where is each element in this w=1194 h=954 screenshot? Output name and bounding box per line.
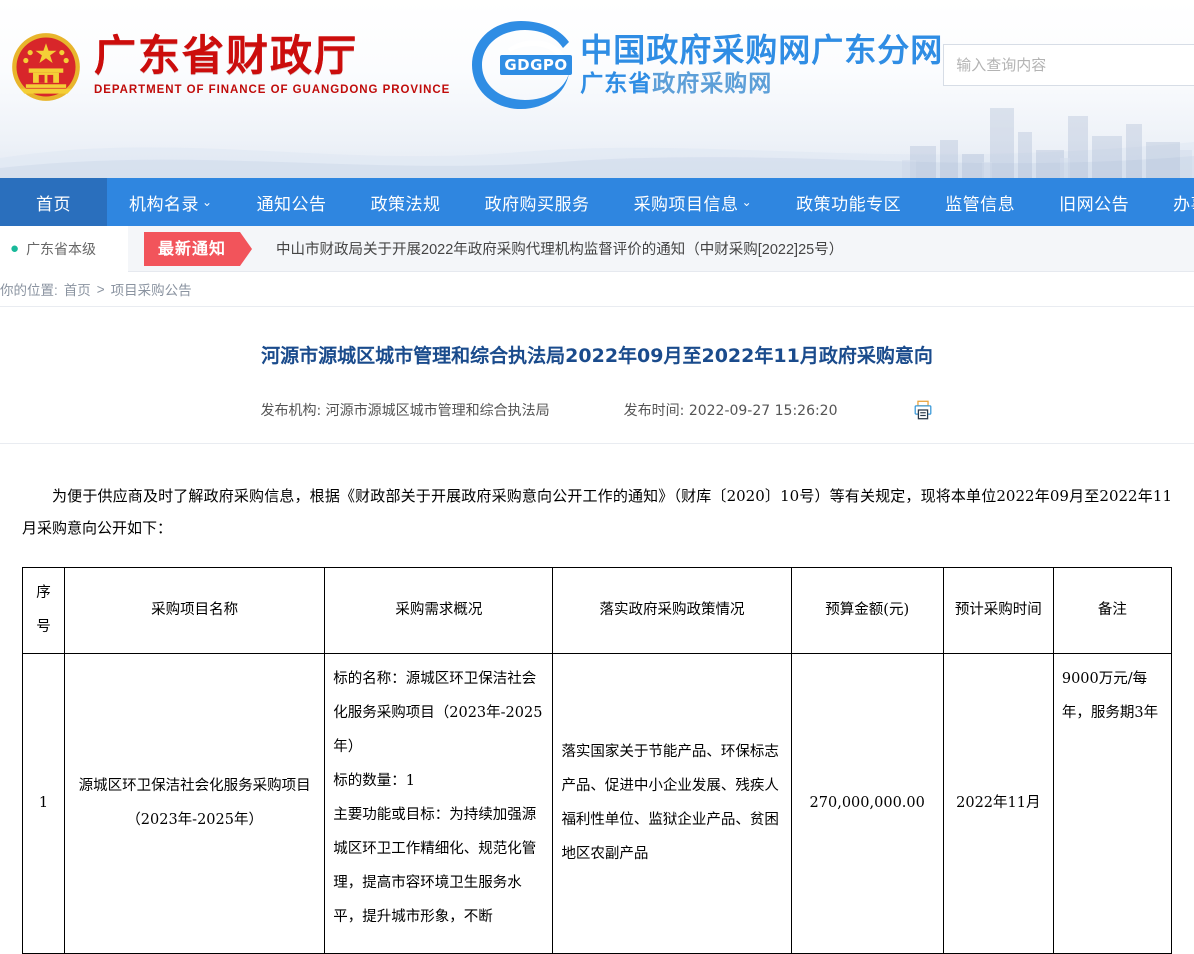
col-header-requirement: 采购需求概况 bbox=[324, 567, 554, 654]
cell-name: 源城区环卫保洁社会化服务采购项目（2023年-2025年） bbox=[64, 652, 326, 954]
col-header-amount: 预算金额(元) bbox=[790, 567, 944, 654]
search-box: 搜索 bbox=[943, 44, 1194, 86]
nav-item-service-guide[interactable]: 办事指南 bbox=[1151, 178, 1194, 226]
notice-bar: ● 广东省本级 最新通知 中山市财政局关于开展2022年政府采购代理机构监督评价… bbox=[0, 225, 1194, 272]
publisher-label: 发布机构: bbox=[260, 403, 322, 420]
publisher-info: 发布机构: 河源市源城区城市管理和综合执法局 bbox=[260, 400, 549, 420]
nav-item-announcements[interactable]: 通知公告 bbox=[235, 178, 349, 226]
breadcrumb-prefix: 你的位置: bbox=[0, 283, 58, 298]
nav-item-label: 机构名录 bbox=[129, 194, 199, 215]
nav-item-policy-regulations[interactable]: 政策法规 bbox=[349, 178, 463, 226]
col-header-time: 预计采购时间 bbox=[942, 567, 1054, 654]
publish-time-info: 发布时间: 2022-09-27 15:26:20 bbox=[624, 400, 838, 420]
search-input[interactable] bbox=[943, 44, 1194, 86]
article-meta: 发布机构: 河源市源城区城市管理和综合执法局 发布时间: 2022-09-27 … bbox=[0, 399, 1194, 421]
col-header-seq: 序号 bbox=[21, 567, 66, 654]
cell-requirement: 标的名称：源城区环卫保洁社会化服务采购项目（2023年-2025年） 标的数量：… bbox=[324, 652, 554, 954]
nav-item-label: 通知公告 bbox=[256, 194, 327, 215]
nav-item-old-site-announcements[interactable]: 旧网公告 bbox=[1037, 178, 1151, 226]
location-pin-icon: ● bbox=[10, 240, 20, 257]
nav-item-procurement-project-info[interactable]: 采购项目信息 ⌄ bbox=[612, 178, 775, 226]
cell-time: 2022年11月 bbox=[942, 652, 1054, 954]
col-header-name: 采购项目名称 bbox=[64, 567, 326, 654]
nav-item-label: 政府购买服务 bbox=[484, 194, 590, 215]
cell-policy: 落实国家关于节能产品、环保标志产品、促进中小企业发展、残疾人福利性单位、监狱企业… bbox=[552, 652, 792, 954]
status-badge: 最新通知 bbox=[144, 231, 253, 266]
svg-text:GDGPO: GDGPO bbox=[505, 56, 568, 74]
article-divider bbox=[0, 443, 1194, 445]
nav-item-label: 首页 bbox=[36, 194, 71, 215]
china-national-emblem-icon bbox=[12, 33, 80, 101]
col-header-note: 备注 bbox=[1052, 567, 1173, 654]
article: 河源市源城区城市管理和综合执法局2022年09月至2022年11月政府采购意向 … bbox=[0, 306, 1194, 954]
site-title-sub: 广东省政府采购网 bbox=[580, 70, 943, 100]
notice-link[interactable]: 中山市财政局关于开展2022年政府采购代理机构监督评价的通知（中财采购[2022… bbox=[276, 238, 843, 259]
nav-item-label: 旧网公告 bbox=[1059, 194, 1130, 215]
site-title-main: 中国政府采购网广东分网 bbox=[580, 31, 944, 70]
nav-item-label: 采购项目信息 bbox=[633, 194, 739, 215]
dof-title-en: DEPARTMENT OF FINANCE OF GUANGDONG PROVI… bbox=[94, 83, 451, 96]
cell-amount: 270,000,000.00 bbox=[790, 652, 944, 954]
table-header-row: 序号 采购项目名称 采购需求概况 落实政府采购政策情况 预算金额(元) 预计采购… bbox=[21, 567, 1173, 654]
cell-note: 9000万元/每年，服务期3年 bbox=[1052, 652, 1173, 954]
publisher-value: 河源市源城区城市管理和综合执法局 bbox=[325, 403, 550, 420]
site-title-sub-b: 政府采购网 bbox=[652, 71, 773, 98]
nav-item-institutions[interactable]: 机构名录 ⌄ bbox=[107, 178, 235, 226]
nav-item-home[interactable]: 首页 bbox=[0, 178, 107, 226]
printer-icon[interactable] bbox=[912, 399, 934, 421]
nav-item-supervision-info[interactable]: 监管信息 bbox=[923, 178, 1037, 226]
gdgpo-logo-icon: GDGPO bbox=[472, 21, 573, 109]
site-banner: 广东省财政厅 DEPARTMENT OF FINANCE OF GUANGDON… bbox=[0, 0, 1194, 178]
region-selector[interactable]: ● 广东省本级 bbox=[0, 225, 128, 272]
dof-title-block: 广东省财政厅 DEPARTMENT OF FINANCE OF GUANGDON… bbox=[94, 34, 451, 96]
table-row: 1 源城区环卫保洁社会化服务采购项目（2023年-2025年） 标的名称：源城区… bbox=[21, 652, 1173, 954]
breadcrumb: 你的位置: 首页 > 项目采购公告 bbox=[0, 272, 1194, 306]
nav-item-label: 政策功能专区 bbox=[796, 194, 902, 215]
region-label: 广东省本级 bbox=[26, 240, 97, 257]
site-title-block: 中国政府采购网广东分网 广东省政府采购网 bbox=[580, 30, 943, 100]
latest-notice-badge-wrap: 最新通知 bbox=[144, 231, 253, 266]
procurement-table: 序号 采购项目名称 采购需求概况 落实政府采购政策情况 预算金额(元) 预计采购… bbox=[21, 567, 1173, 954]
chevron-down-icon: ⌄ bbox=[202, 195, 213, 209]
page-title: 河源市源城区城市管理和综合执法局2022年09月至2022年11月政府采购意向 bbox=[261, 345, 933, 367]
article-paragraph: 为便于供应商及时了解政府采购信息，根据《财政部关于开展政府采购意向公开工作的通知… bbox=[22, 487, 1172, 537]
col-header-policy: 落实政府采购政策情况 bbox=[552, 567, 792, 654]
main-nav: 首页 机构名录 ⌄ 通知公告 政策法规 政府购买服务 采购项目信息 ⌄ 政策功能… bbox=[0, 178, 1194, 226]
procurement-table-wrap: 序号 采购项目名称 采购需求概况 落实政府采购政策情况 预算金额(元) 预计采购… bbox=[0, 567, 1194, 954]
chevron-down-icon: ⌄ bbox=[741, 195, 753, 209]
nav-item-policy-function-zone[interactable]: 政策功能专区 bbox=[774, 178, 923, 226]
breadcrumb-item-current[interactable]: 项目采购公告 bbox=[111, 279, 192, 299]
breadcrumb-separator: > bbox=[96, 281, 105, 297]
nav-item-label: 办事指南 bbox=[1173, 194, 1194, 215]
publish-time-value: 2022-09-27 15:26:20 bbox=[688, 403, 838, 420]
nav-item-label: 监管信息 bbox=[945, 194, 1016, 215]
nav-item-gov-purchase-services[interactable]: 政府购买服务 bbox=[463, 178, 612, 226]
breadcrumb-item-home[interactable]: 首页 bbox=[64, 279, 91, 299]
site-title-sub-a: 广东省 bbox=[580, 71, 653, 98]
publish-time-label: 发布时间: bbox=[623, 403, 685, 420]
nav-item-label: 政策法规 bbox=[370, 194, 441, 215]
cell-seq: 1 bbox=[21, 652, 66, 954]
dof-title-cn: 广东省财政厅 bbox=[94, 34, 450, 78]
